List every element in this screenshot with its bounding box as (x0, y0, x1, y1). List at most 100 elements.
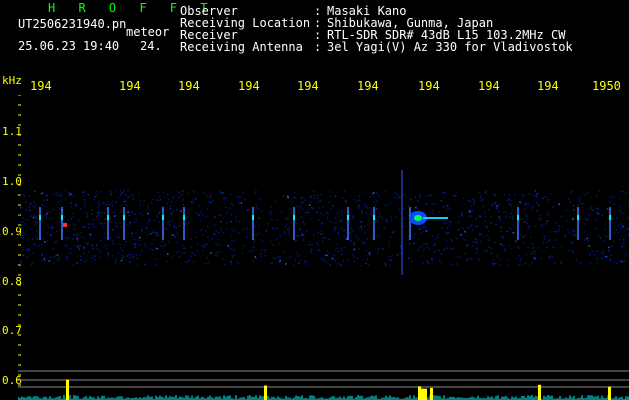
noise-pixel (70, 202, 73, 205)
noise-pixel (390, 216, 392, 218)
spectrogram (18, 95, 629, 400)
noise-pixel (270, 213, 272, 215)
noise-pixel (103, 246, 105, 248)
noise-pixel (160, 245, 162, 247)
noise-pixel (464, 252, 466, 255)
noise-pixel (100, 240, 102, 242)
noise-pixel (155, 264, 157, 266)
noise-pixel (340, 213, 342, 216)
noise-pixel (627, 228, 629, 230)
noise-pixel (496, 205, 498, 207)
noise-pixel (414, 196, 417, 199)
noise-pixel (55, 240, 57, 243)
noise-pixel (252, 249, 254, 252)
noise-pixel (366, 238, 368, 240)
noise-pixel (20, 261, 22, 264)
noise-pixel (99, 251, 102, 253)
noise-pixel (94, 195, 96, 198)
time-tick: 194 (537, 79, 559, 93)
noise-pixel (85, 242, 87, 244)
noise-pixel (134, 213, 136, 215)
noise-pixel (364, 231, 367, 234)
noise-pixel (361, 228, 363, 231)
noise-pixel (596, 212, 599, 214)
noise-pixel (615, 228, 618, 231)
noise-pixel (431, 259, 434, 262)
noise-pixel (223, 197, 225, 200)
noise-pixel (424, 242, 427, 245)
noise-pixel (269, 241, 272, 243)
noise-pixel (127, 211, 129, 213)
noise-pixel (356, 200, 358, 202)
noise-pixel (289, 208, 291, 210)
noise-pixel (35, 217, 38, 219)
noise-pixel (411, 234, 414, 237)
noise-pixel (334, 249, 336, 251)
noise-pixel (166, 260, 169, 263)
noise-pixel (531, 242, 534, 245)
noise-pixel (49, 256, 52, 258)
noise-pixel (65, 257, 68, 259)
noise-pixel (470, 205, 473, 207)
noise-pixel (410, 198, 412, 201)
noise-pixel (364, 191, 366, 193)
noise-pixel (22, 237, 24, 239)
noise-pixel (299, 205, 302, 207)
noise-pixel (141, 229, 143, 232)
noise-pixel (170, 257, 173, 259)
noise-pixel (536, 193, 538, 195)
noise-pixel (82, 226, 84, 228)
noise-pixel (206, 208, 209, 210)
noise-pixel (35, 215, 38, 218)
noise-pixel (46, 209, 49, 212)
noise-pixel (319, 193, 322, 196)
time-tick: 194 (119, 79, 141, 93)
noise-pixel (611, 217, 613, 220)
noise-pixel (311, 243, 313, 246)
noise-pixel (595, 207, 597, 209)
noise-pixel (391, 202, 393, 205)
noise-pixel (479, 191, 481, 194)
noise-pixel (203, 245, 205, 248)
noise-pixel (484, 216, 487, 218)
noise-pixel (547, 212, 550, 215)
noise-pixel (342, 260, 344, 262)
noise-pixel (551, 256, 553, 258)
time-tick: 194 (178, 79, 200, 93)
noise-pixel (502, 244, 505, 247)
noise-pixel (298, 235, 301, 238)
noise-pixel (258, 232, 260, 235)
noise-pixel (425, 230, 428, 232)
noise-pixel (208, 239, 211, 241)
noise-pixel (149, 248, 152, 250)
noise-pixel (357, 227, 360, 229)
noise-pixel (237, 261, 240, 264)
noise-pixel (587, 214, 590, 216)
noise-pixel (172, 196, 175, 198)
noise-pixel (327, 212, 329, 214)
noise-pixel (595, 228, 597, 230)
noise-pixel (135, 243, 137, 245)
noise-pixel (479, 233, 481, 235)
noise-pixel (132, 194, 135, 197)
noise-pixel (584, 193, 586, 196)
noise-pixel (515, 257, 517, 260)
noise-pixel (470, 258, 473, 260)
noise-pixel (386, 220, 388, 223)
noise-pixel (324, 254, 326, 257)
noise-pixel (433, 251, 436, 253)
noise-pixel (192, 199, 194, 201)
noise-pixel (296, 252, 299, 254)
noise-pixel (358, 248, 360, 250)
noise-pixel (169, 208, 172, 210)
noise-pixel (121, 192, 123, 194)
noise-pixel (368, 252, 371, 254)
noise-pixel (18, 213, 20, 216)
noise-pixel (534, 257, 536, 260)
noise-pixel (508, 227, 510, 230)
noise-pixel (343, 229, 345, 232)
noise-pixel (421, 244, 424, 247)
noise-pixel (66, 255, 68, 258)
noise-pixel (73, 195, 75, 198)
noise-pixel (442, 192, 445, 194)
